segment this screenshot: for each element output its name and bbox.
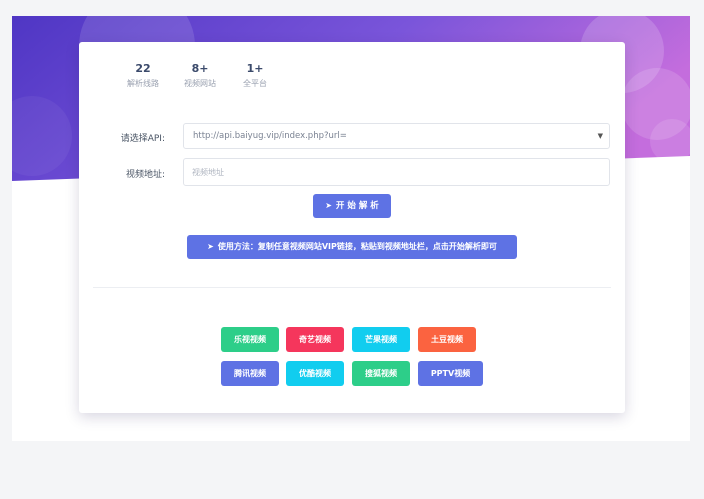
api-label: 请选择API: [120, 134, 165, 144]
site-button-iqiyi[interactable]: 奇艺视频 [286, 327, 344, 352]
stat-number: 8+ [191, 62, 209, 75]
site-button-tudou[interactable]: 土豆视频 [418, 327, 476, 352]
main-card: 22 解析线路 8+ 视频网站 1+ 全平台 请选择API: http://ap… [79, 42, 625, 413]
video-url-label: 视频地址: [125, 170, 165, 180]
api-select[interactable]: http://api.baiyug.vip/index.php?url= ▼ [183, 123, 610, 149]
usage-button[interactable]: ➤ 使用方法：复制任意视频网站VIP链接，粘贴到视频地址栏，点击开始解析即可 [187, 235, 517, 259]
stat-label: 全平台 [243, 79, 267, 88]
parse-button[interactable]: ➤ 开 始 解 析 [313, 194, 391, 218]
stat-number: 22 [135, 62, 151, 75]
site-button-letv[interactable]: 乐视视频 [221, 327, 279, 352]
stat-label: 解析线路 [127, 79, 159, 88]
section-divider [93, 287, 611, 288]
video-url-input[interactable] [183, 158, 610, 186]
stat-sites: 8+ 视频网站 [180, 62, 220, 89]
paper-plane-icon: ➤ [207, 242, 214, 251]
site-button-tencent[interactable]: 腾讯视频 [221, 361, 279, 386]
site-button-sohu[interactable]: 搜狐视频 [352, 361, 410, 386]
stat-label: 视频网站 [184, 79, 216, 88]
api-select-value: http://api.baiyug.vip/index.php?url= [193, 131, 347, 141]
stat-number: 1+ [246, 62, 264, 75]
site-button-mgtv[interactable]: 芒果视频 [352, 327, 410, 352]
parse-button-label: 开 始 解 析 [335, 201, 379, 211]
page-frame: 22 解析线路 8+ 视频网站 1+ 全平台 请选择API: http://ap… [12, 16, 690, 441]
paper-plane-icon: ➤ [325, 201, 332, 210]
usage-button-label: 使用方法：复制任意视频网站VIP链接，粘贴到视频地址栏，点击开始解析即可 [217, 242, 497, 251]
site-button-youku[interactable]: 优酷视频 [286, 361, 344, 386]
stat-platforms: 1+ 全平台 [235, 62, 275, 89]
chevron-down-icon: ▼ [597, 132, 603, 140]
stat-lines: 22 解析线路 [123, 62, 163, 89]
site-button-pptv[interactable]: PPTV视频 [418, 361, 483, 386]
